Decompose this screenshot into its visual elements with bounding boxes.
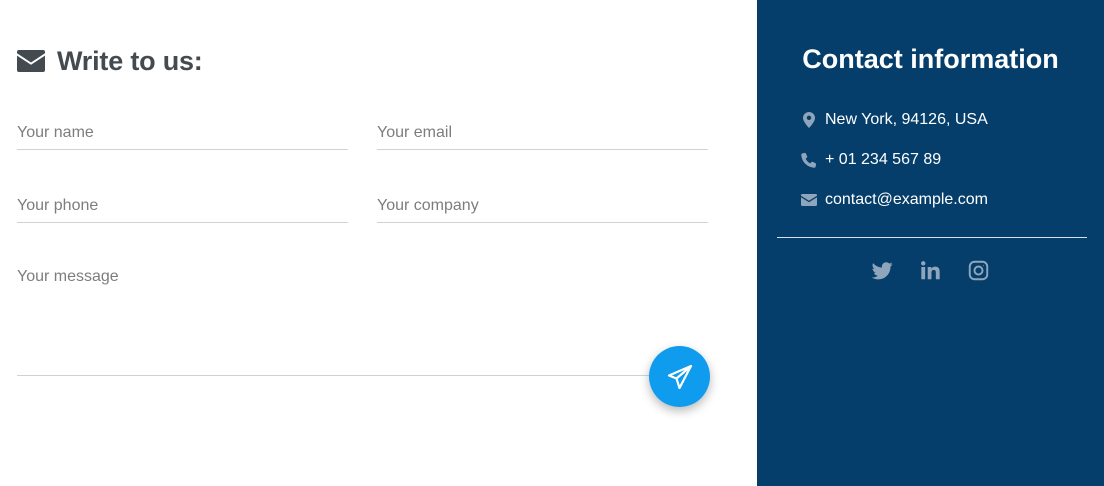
instagram-icon	[968, 260, 989, 281]
linkedin-icon	[921, 261, 940, 280]
email-field	[377, 116, 708, 150]
send-button[interactable]	[649, 346, 710, 407]
paper-plane-icon	[667, 364, 692, 389]
email-text: contact@example.com	[825, 191, 988, 208]
email-input[interactable]	[377, 116, 708, 149]
email-row: contact@example.com	[801, 189, 988, 211]
contact-info-title: Contact information	[802, 44, 1059, 74]
message-textarea[interactable]	[17, 264, 708, 368]
phone-icon	[801, 152, 817, 168]
phone-text: + 01 234 567 89	[825, 151, 942, 168]
envelope-icon	[801, 192, 817, 208]
address-row: New York, 94126, USA	[801, 109, 988, 131]
map-marker-icon	[801, 112, 817, 128]
name-field	[17, 116, 348, 150]
message-field	[17, 264, 708, 376]
twitter-icon	[872, 262, 893, 280]
divider	[777, 237, 1087, 238]
form-heading: Write to us:	[17, 44, 203, 78]
twitter-link[interactable]	[872, 260, 893, 281]
name-input[interactable]	[17, 116, 348, 149]
company-input[interactable]	[377, 189, 708, 222]
social-links	[757, 260, 1104, 281]
address-text: New York, 94126, USA	[825, 111, 988, 128]
phone-field	[17, 189, 348, 223]
instagram-link[interactable]	[968, 260, 989, 281]
contact-form-section: Write to us:	[0, 0, 757, 486]
phone-input[interactable]	[17, 189, 348, 222]
contact-info-panel: Contact information New York, 94126, USA…	[757, 0, 1104, 486]
company-field	[377, 189, 708, 223]
envelope-icon	[17, 50, 45, 72]
phone-row: + 01 234 567 89	[801, 149, 941, 171]
linkedin-link[interactable]	[920, 260, 941, 281]
form-title: Write to us:	[57, 45, 203, 76]
